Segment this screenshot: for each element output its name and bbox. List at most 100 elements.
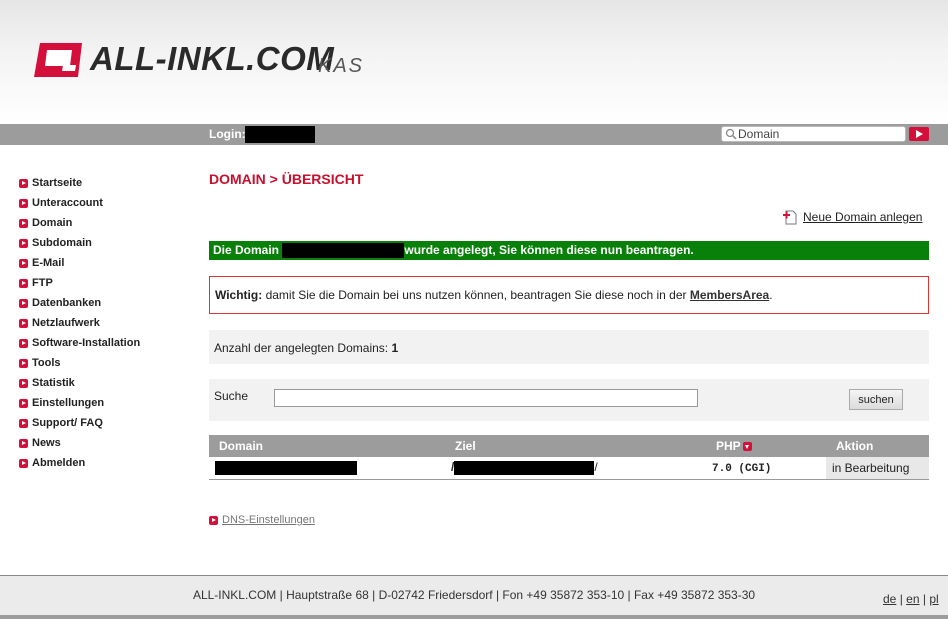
members-area-link[interactable]: MembersArea [690,288,769,302]
quick-search-box[interactable] [721,126,906,142]
footer: ALL-INKL.COM | Hauptstraße 68 | D-02742 … [0,575,948,619]
warning-end: . [769,288,773,302]
arrow-bullet-icon [19,298,28,308]
column-header-php[interactable]: PHP [706,435,826,457]
cell-aktion: in Bearbeitung [826,457,929,480]
arrow-bullet-icon [19,358,28,368]
search-input[interactable] [274,389,698,407]
sidebar-item-einstellungen[interactable]: Einstellungen [19,393,189,413]
ziel-suffix: / [594,460,598,475]
sidebar-item-startseite[interactable]: Startseite [19,173,189,193]
footer-bottom-bar [0,615,948,619]
dns-settings-label[interactable]: DNS-Einstellungen [222,514,315,526]
table-row: // 7.0 (CGI) in Bearbeitung [209,457,929,480]
header: ALL-INKL.COM KAS [0,0,948,124]
table-header-row: Domain Ziel PHP Aktion [209,435,929,457]
sidebar-item-news[interactable]: News [19,433,189,453]
sidebar-item-label: Tools [32,357,61,369]
column-header-ziel[interactable]: Ziel [445,435,706,457]
sidebar-item-unteraccount[interactable]: Unteraccount [19,193,189,213]
logo-text: ALL-INKL.COM [90,40,335,77]
quick-search-input[interactable] [738,127,904,141]
search-panel: Suche suchen [209,379,929,421]
domain-count-panel: Anzahl der angelegten Domains: 1 [209,330,929,364]
quick-search-go-button[interactable] [909,127,929,141]
cell-ziel: / / [445,457,706,480]
search-icon [725,128,737,140]
sidebar-item-label: Datenbanken [32,297,102,309]
sidebar-item-label: Support/ FAQ [32,417,103,429]
column-header-domain[interactable]: Domain [209,435,445,457]
sidebar-item-abmelden[interactable]: Abmelden [19,453,189,473]
php-header-label: PHP [716,439,741,453]
sidebar-item-datenbanken[interactable]: Datenbanken [19,293,189,313]
column-header-aktion: Aktion [826,435,929,457]
lang-de-link[interactable]: de [883,592,896,606]
sidebar-item-ftp[interactable]: FTP [19,273,189,293]
new-domain-link[interactable]: Neue Domain anlegen [782,209,922,225]
sidebar-nav: Startseite Unteraccount Domain Subdomain… [19,173,189,473]
sort-desc-icon[interactable] [742,442,752,452]
sidebar-item-label: Startseite [32,177,83,189]
sidebar-item-support-faq[interactable]: Support/ FAQ [19,413,189,433]
sidebar-item-software-installation[interactable]: Software-Installation [19,333,189,353]
sidebar-item-label: Software-Installation [32,337,141,349]
sidebar-item-statistik[interactable]: Statistik [19,373,189,393]
arrow-bullet-icon [19,218,28,228]
domain-count-label: Anzahl der angelegten Domains: [214,341,389,355]
arrow-bullet-icon [19,398,28,408]
warning-message: Wichtig: damit Sie die Domain bei uns nu… [209,276,929,314]
arrow-bullet-icon [19,458,28,468]
sidebar-item-label: FTP [32,277,53,289]
login-label: Login: [209,127,246,141]
redacted-path [454,461,595,476]
sidebar-item-label: E-Mail [32,257,65,269]
sidebar-item-label: Unteraccount [32,197,103,209]
arrow-bullet-icon [209,515,218,525]
arrow-bullet-icon [19,238,28,248]
sidebar-item-tools[interactable]: Tools [19,353,189,373]
arrow-bullet-icon [19,278,28,288]
domain-count-value: 1 [391,341,399,355]
cell-php: 7.0 (CGI) [706,457,826,480]
warning-label: Wichtig: [215,288,263,302]
dns-settings-link[interactable]: DNS-Einstellungen [209,514,315,526]
search-label: Suche [214,389,249,403]
redacted-domain [215,461,357,476]
sidebar-item-label: Statistik [32,377,75,389]
login-value-redacted [245,126,315,143]
sidebar-item-label: Netzlaufwerk [32,317,100,329]
lang-en-link[interactable]: en [906,592,919,606]
sidebar-item-label: News [32,437,61,449]
new-domain-label[interactable]: Neue Domain anlegen [803,210,922,224]
sidebar-item-subdomain[interactable]: Subdomain [19,233,189,253]
sidebar-item-email[interactable]: E-Mail [19,253,189,273]
page: ALL-INKL.COM KAS Login: Startseite Unter… [0,0,948,619]
domain-table: Domain Ziel PHP Aktion // 7.0 (CGI) in B… [209,435,929,480]
redacted-domain [282,243,405,259]
search-button[interactable]: suchen [849,389,903,410]
success-suffix: wurde angelegt, Sie können diese nun bea… [404,243,694,257]
language-switcher: de | en | pl [883,592,939,606]
sidebar-item-label: Subdomain [32,237,92,249]
lang-pl-link[interactable]: pl [929,592,938,606]
page-title: DOMAIN > ÜBERSICHT [209,171,364,187]
sidebar-item-domain[interactable]: Domain [19,213,189,233]
footer-address: ALL-INKL.COM | Hauptstraße 68 | D-02742 … [192,588,756,602]
arrow-bullet-icon [19,418,28,428]
new-document-icon [783,210,797,225]
login-bar: Login: [0,124,948,145]
logo-mark-icon [34,43,82,77]
sidebar-item-label: Domain [32,217,73,229]
sidebar-item-label: Einstellungen [32,397,105,409]
php-version: 7.0 (CGI) [712,463,772,476]
arrow-bullet-icon [19,318,28,328]
success-message: Die Domain wurde angelegt, Sie können di… [209,241,929,260]
sidebar-item-netzlaufwerk[interactable]: Netzlaufwerk [19,313,189,333]
arrow-bullet-icon [19,178,28,188]
success-prefix: Die Domain [213,243,280,257]
warning-text: damit Sie die Domain bei uns nutzen könn… [265,288,687,302]
cell-domain[interactable] [209,457,445,480]
logo-product: KAS [318,55,365,77]
sidebar-item-label: Abmelden [32,457,86,469]
